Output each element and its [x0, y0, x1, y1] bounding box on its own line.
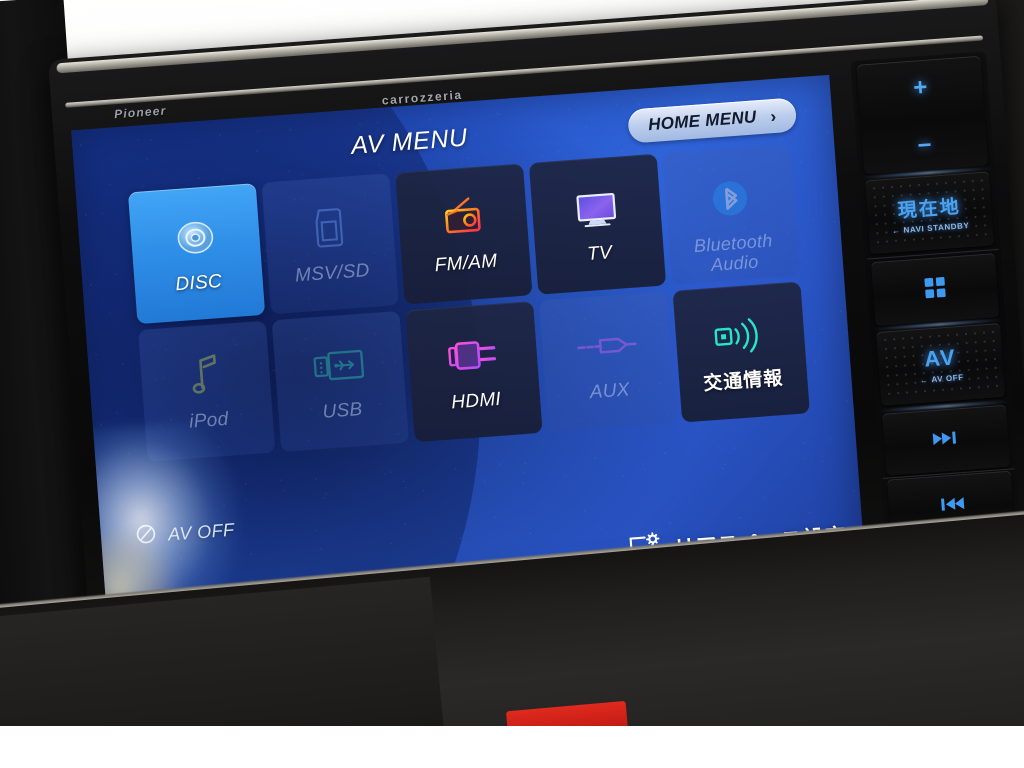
tile-label-usb: USB: [321, 398, 364, 423]
four-square-grid-icon: [922, 274, 948, 305]
av-off-label: AV OFF: [167, 519, 236, 545]
tile-fm-am[interactable]: FM/AM: [395, 163, 533, 305]
tv-icon: [569, 176, 623, 240]
tile-disc[interactable]: DISC: [127, 183, 266, 325]
av-off-button[interactable]: AV OFF: [134, 517, 235, 551]
volume-down-button[interactable]: −: [862, 128, 988, 165]
av-off-sub: ← AV OFF: [920, 373, 964, 385]
hardware-button-column: + − 現在地 ← NAVI STANDBY AV ← AV OFF: [850, 51, 1024, 592]
tile-label-disc: DISC: [174, 270, 223, 296]
av-off-sub-label: AV OFF: [931, 372, 964, 385]
tile-label-ipod: iPod: [188, 408, 230, 433]
bottom-white-band: [0, 726, 1024, 768]
pioneer-logo: Pioneer: [113, 103, 167, 122]
next-track-icon: [931, 429, 962, 452]
left-arrow-icon: ←: [891, 225, 901, 236]
traffic-broadcast-icon: [709, 304, 771, 368]
home-menu-label: HOME MENU: [647, 107, 758, 135]
tile-label-aux: AUX: [589, 379, 631, 404]
av-off-icon: [134, 522, 158, 551]
chevron-right-icon: ›: [769, 106, 777, 126]
tile-traffic-info[interactable]: 交通情報: [672, 281, 810, 423]
menu-grid-button[interactable]: [871, 253, 1000, 327]
hdmi-plug-icon: [443, 324, 503, 388]
music-note-icon: [183, 344, 227, 407]
current-location-label: 現在地: [897, 196, 962, 222]
page-title: AV MENU: [350, 123, 469, 160]
tile-usb[interactable]: USB: [271, 310, 409, 452]
volume-up-button[interactable]: +: [858, 70, 984, 107]
navi-standby-sub: ← NAVI STANDBY: [892, 220, 970, 235]
source-grid: DISC MSV/SD FM/AM TV Bluetooth Audio iPo…: [127, 143, 810, 462]
current-location-button[interactable]: 現在地 ← NAVI STANDBY: [865, 171, 995, 255]
radio-icon: [435, 186, 491, 250]
next-track-button[interactable]: [882, 404, 1011, 476]
tile-bluetooth-audio[interactable]: Bluetooth Audio: [662, 143, 800, 285]
tile-hdmi[interactable]: HDMI: [405, 301, 543, 443]
tile-label-hdmi: HDMI: [450, 388, 502, 414]
sd-card-icon: [306, 196, 352, 259]
tile-aux[interactable]: AUX: [538, 291, 677, 433]
left-arrow-icon: ←: [919, 375, 929, 385]
tile-label-msv-sd: MSV/SD: [294, 260, 371, 287]
tile-label-tv: TV: [586, 242, 613, 266]
tile-ipod[interactable]: iPod: [138, 320, 276, 462]
volume-rocker[interactable]: + −: [856, 55, 989, 175]
tile-label-traffic-info: 交通情報: [702, 368, 785, 395]
navi-standby-label: NAVI STANDBY: [903, 220, 970, 235]
tile-label-bluetooth-audio: Bluetooth Audio: [693, 230, 774, 275]
photo-scene: Pioneer carrozzeria AV MENU HOME MENU ›: [0, 0, 1024, 768]
tile-tv[interactable]: TV: [528, 153, 667, 295]
av-hardware-label: AV: [923, 344, 958, 372]
prev-track-icon: [935, 494, 966, 517]
home-menu-button[interactable]: HOME MENU ›: [627, 97, 798, 144]
tile-msv-sd[interactable]: MSV/SD: [261, 173, 399, 315]
bluetooth-icon: [705, 167, 755, 230]
tile-label-fm-am: FM/AM: [433, 250, 499, 277]
usb-icon: [309, 334, 369, 398]
av-hardware-button[interactable]: AV ← AV OFF: [876, 322, 1006, 406]
aux-plug-icon: [572, 314, 640, 379]
disc-icon: [169, 206, 221, 269]
